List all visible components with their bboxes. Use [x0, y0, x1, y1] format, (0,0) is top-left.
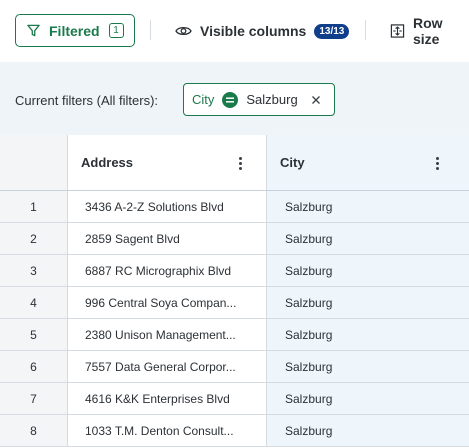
address-cell[interactable]: 2859 Sagent Blvd	[68, 223, 267, 254]
row-index-header	[0, 135, 68, 190]
address-cell[interactable]: 6887 RC Micrographix Blvd	[68, 255, 267, 286]
address-text: 996 Central Soya Compan...	[85, 295, 237, 310]
address-text: 4616 K&K Enterprises Blvd	[85, 391, 230, 406]
filter-chip-city[interactable]: City Salzburg	[183, 83, 335, 116]
city-cell[interactable]: Salzburg	[267, 287, 469, 318]
address-cell[interactable]: 3436 A-2-Z Solutions Blvd	[68, 191, 267, 222]
column-header-city[interactable]: City	[267, 135, 469, 190]
table-row[interactable]: 6 7557 Data General Corpor... Salzburg	[0, 351, 469, 383]
address-cell[interactable]: 4616 K&K Enterprises Blvd	[68, 383, 267, 414]
grid-toolbar: Filtered 1 Visible columns 13/13 Row siz…	[0, 0, 469, 62]
address-text: 6887 RC Micrographix Blvd	[85, 263, 232, 278]
current-filters-label: Current filters (All filters):	[15, 93, 159, 108]
row-index: 4	[0, 287, 68, 318]
row-index: 5	[0, 319, 68, 350]
filter-count: 1	[108, 23, 124, 38]
address-cell[interactable]: 7557 Data General Corpor...	[68, 351, 267, 382]
address-text: 3436 A-2-Z Solutions Blvd	[85, 199, 224, 214]
row-size-icon	[390, 24, 405, 38]
kebab-menu-icon[interactable]	[231, 154, 249, 172]
filter-chip-value: Salzburg	[246, 92, 298, 107]
row-index: 2	[0, 223, 68, 254]
city-cell[interactable]: Salzburg	[267, 415, 469, 446]
address-text: 7557 Data General Corpor...	[85, 359, 236, 374]
table-row[interactable]: 2 2859 Sagent Blvd Salzburg	[0, 223, 469, 255]
table-row[interactable]: 4 996 Central Soya Compan... Salzburg	[0, 287, 469, 319]
visible-columns-badge: 13/13	[314, 23, 350, 39]
row-size-button[interactable]: Row size	[390, 15, 469, 47]
row-index: 6	[0, 351, 68, 382]
visible-columns-button[interactable]: Visible columns 13/13	[175, 20, 350, 42]
filtered-button[interactable]: Filtered 1	[15, 14, 135, 47]
address-cell[interactable]: 2380 Unison Management...	[68, 319, 267, 350]
address-text: 2380 Unison Management...	[85, 327, 236, 342]
table-row[interactable]: 1 3436 A-2-Z Solutions Blvd Salzburg	[0, 191, 469, 223]
city-cell[interactable]: Salzburg	[267, 351, 469, 382]
table-row[interactable]: 5 2380 Unison Management... Salzburg	[0, 319, 469, 351]
data-grid: Address City 1 3436 A-2-Z Solutions Blvd…	[0, 135, 469, 448]
row-index: 1	[0, 191, 68, 222]
address-cell[interactable]: 1033 T.M. Denton Consult...	[68, 415, 267, 446]
row-size-label: Row size	[412, 15, 443, 47]
visible-columns-label: Visible columns	[200, 23, 307, 39]
city-cell[interactable]: Salzburg	[267, 223, 469, 254]
filter-chip-column: City	[192, 92, 215, 107]
column-header-label: City	[280, 155, 305, 170]
toolbar-divider	[150, 20, 151, 40]
equals-icon	[222, 91, 239, 108]
close-icon[interactable]	[311, 95, 321, 105]
current-filters-bar: Current filters (All filters): City Salz…	[0, 62, 469, 135]
table-row[interactable]: 3 6887 RC Micrographix Blvd Salzburg	[0, 255, 469, 287]
table-row[interactable]: 8 1033 T.M. Denton Consult... Salzburg	[0, 415, 469, 447]
funnel-icon	[27, 24, 40, 37]
filtered-label: Filtered	[49, 22, 100, 39]
row-index: 3	[0, 255, 68, 286]
city-cell[interactable]: Salzburg	[267, 383, 469, 414]
address-text: 2859 Sagent Blvd	[85, 231, 180, 246]
grid-header-row: Address City	[0, 135, 469, 191]
address-cell[interactable]: 996 Central Soya Compan...	[68, 287, 267, 318]
city-cell[interactable]: Salzburg	[267, 255, 469, 286]
column-header-address[interactable]: Address	[68, 135, 267, 190]
column-header-label: Address	[81, 155, 134, 170]
address-text: 1033 T.M. Denton Consult...	[85, 423, 234, 438]
row-index: 8	[0, 415, 68, 446]
city-cell[interactable]: Salzburg	[267, 319, 469, 350]
eye-icon	[175, 26, 192, 36]
toolbar-divider	[365, 20, 366, 40]
city-cell[interactable]: Salzburg	[267, 191, 469, 222]
row-index: 7	[0, 383, 68, 414]
kebab-menu-icon[interactable]	[428, 154, 446, 172]
table-row[interactable]: 7 4616 K&K Enterprises Blvd Salzburg	[0, 383, 469, 415]
